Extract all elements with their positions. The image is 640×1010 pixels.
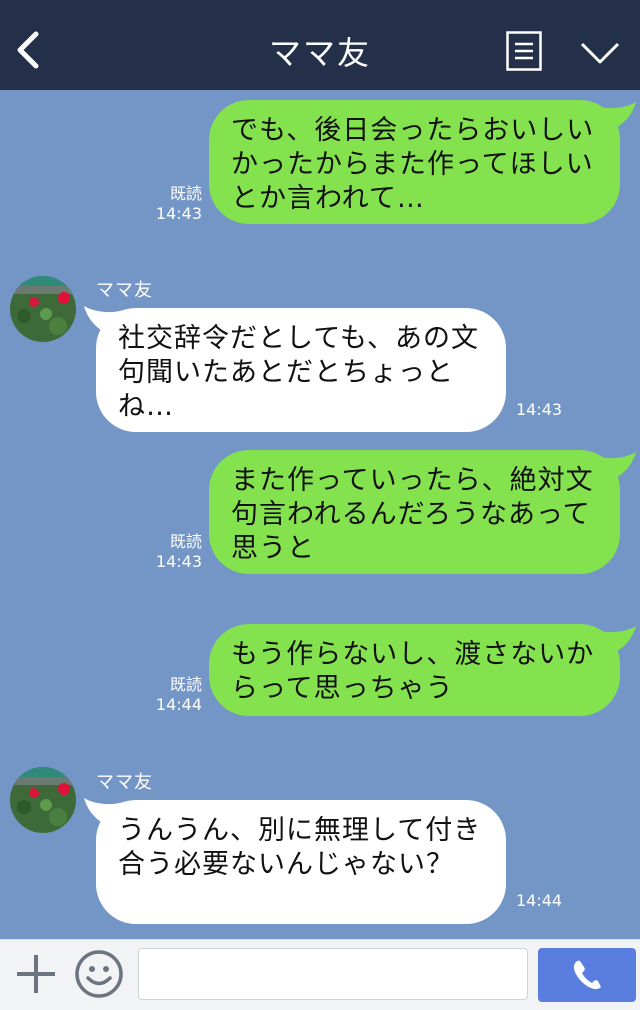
read-label: 既読 [169,675,202,694]
message-time: 14:44 [516,891,563,910]
outgoing-message-bubble[interactable]: もう作らないし、渡さないからって思っちゃう [209,624,620,716]
chevron-down-button[interactable] [579,38,621,68]
chevron-down-icon [580,42,620,64]
outgoing-message-bubble[interactable]: また作っていったら、絶対文句言われるんだろうなあって思うと [209,450,620,574]
message-time: 14:43 [155,204,202,223]
read-label: 既読 [169,532,202,551]
avatar[interactable] [10,276,76,342]
read-status: 既読 14:43 [140,184,202,224]
avatar[interactable] [10,767,76,833]
read-label: 既読 [169,184,202,203]
message-text: でも、後日会ったらおいしいかったからまた作ってほしいとか言われて… [231,115,595,214]
avatar-image [10,276,76,342]
chat-header: ママ友 [0,0,640,90]
message-time: 14:43 [155,552,202,571]
call-button[interactable] [538,948,636,1002]
avatar-image [10,767,76,833]
emoji-button[interactable] [74,949,124,999]
message-time: 14:44 [155,695,202,714]
menu-button[interactable] [506,31,542,71]
message-text: また作っていったら、絶対文句言われるんだろうなあって思うと [231,465,594,564]
sender-name: ママ友 [96,772,153,793]
menu-icon [506,31,542,71]
phone-icon [573,960,601,990]
plus-icon [17,955,55,993]
message-text: うんうん、別に無理して付き合う必要ないんじゃない？ [118,815,482,880]
incoming-message-bubble[interactable]: 社交辞令だとしても、あの文句聞いたあとだとちょっとね… [96,308,506,432]
read-status: 既読 14:43 [140,532,202,572]
outgoing-message-bubble[interactable]: でも、後日会ったらおいしいかったからまた作ってほしいとか言われて… [209,100,620,224]
read-status: 既読 14:44 [140,675,202,715]
chat-title: ママ友 [268,34,371,72]
emoji-icon [75,950,123,998]
add-button[interactable] [14,952,58,996]
message-time: 14:43 [516,400,563,419]
sender-name: ママ友 [96,280,153,301]
incoming-message-bubble[interactable]: うんうん、別に無理して付き合う必要ないんじゃない？ [96,800,506,924]
message-input-bar [0,939,640,1010]
message-text: もう作らないし、渡さないからって思っちゃう [231,639,595,704]
message-input[interactable] [138,948,528,1000]
message-text: 社交辞令だとしても、あの文句聞いたあとだとちょっとね… [118,323,480,422]
